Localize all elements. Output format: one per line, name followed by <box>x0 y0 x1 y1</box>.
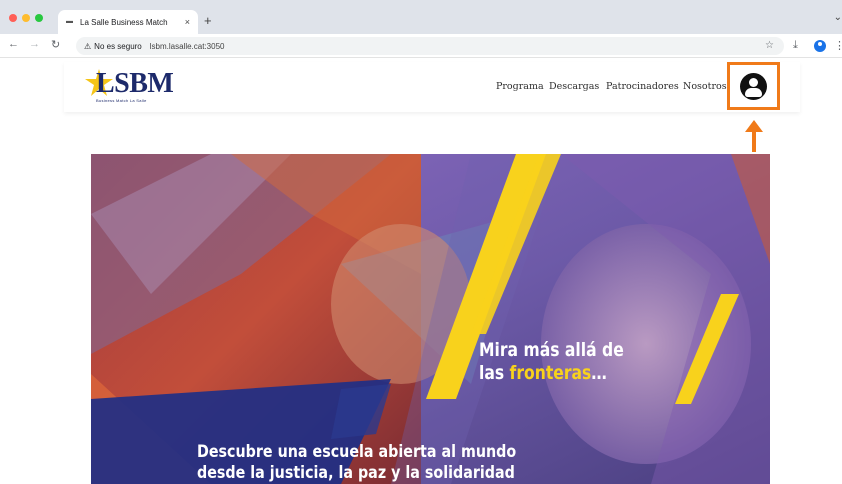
nav-descargas[interactable]: Descargas <box>549 81 599 92</box>
logo-text: LSBM <box>96 68 174 99</box>
hero-title-line1: Mira más allá de <box>479 339 624 361</box>
tab-close-icon[interactable]: × <box>185 17 190 27</box>
tab-search-icon[interactable]: ⌄ <box>834 12 842 23</box>
tab-title: La Salle Business Match <box>80 17 168 27</box>
address-bar[interactable]: ⚠ No es seguro lsbm.lasalle.cat:3050 ☆ <box>76 37 784 55</box>
favicon-icon: ▬ <box>66 18 73 25</box>
close-window-dot[interactable] <box>9 14 17 22</box>
hero-subtitle: Descubre una escuela abierta al mundo de… <box>197 442 516 484</box>
warning-icon[interactable]: ⚠ <box>84 42 91 51</box>
minimize-window-dot[interactable] <box>22 14 30 22</box>
browser-tab-bar: ▬ La Salle Business Match × + ⌄ <box>0 0 842 34</box>
maximize-window-dot[interactable] <box>35 14 43 22</box>
annotation-arrow-shaft <box>752 130 756 152</box>
nav-nosotros[interactable]: Nosotros <box>683 81 727 92</box>
site-header: LSBM Business Match La Salle Programa De… <box>64 62 800 112</box>
hero-banner: Mira más allá de las fronteras… Descubre… <box>91 154 770 484</box>
nav-patrocinadores[interactable]: Patrocinadores <box>606 81 679 92</box>
back-icon[interactable]: ← <box>8 38 19 50</box>
reload-icon[interactable]: ↻ <box>51 38 60 51</box>
user-icon-highlight <box>727 62 780 110</box>
hero-title-line2: las fronteras… <box>479 362 607 384</box>
nav-programa[interactable]: Programa <box>496 81 544 92</box>
lsbm-logo[interactable]: LSBM Business Match La Salle <box>84 68 174 108</box>
hero-subtitle-line2: desde la justicia, la paz y la solidarid… <box>197 463 515 483</box>
browser-tab[interactable]: ▬ La Salle Business Match × <box>58 10 198 34</box>
security-label[interactable]: No es seguro <box>94 42 142 51</box>
browser-toolbar: ← → ↻ ⚠ No es seguro lsbm.lasalle.cat:30… <box>0 34 842 58</box>
download-icon[interactable]: ⤓ <box>793 39 798 52</box>
user-icon[interactable] <box>740 73 767 100</box>
forward-icon[interactable]: → <box>29 38 40 50</box>
hero-background-image <box>91 154 770 484</box>
hero-title: Mira más allá de las fronteras… <box>479 339 624 385</box>
logo-tagline: Business Match La Salle <box>96 98 147 103</box>
profile-icon[interactable] <box>814 40 826 52</box>
menu-icon[interactable]: ⋮ <box>834 39 842 52</box>
star-icon[interactable]: ☆ <box>765 40 774 51</box>
new-tab-button[interactable]: + <box>204 13 212 28</box>
hero-subtitle-line1: Descubre una escuela abierta al mundo <box>197 442 517 462</box>
hero-title-highlight: fronteras <box>509 362 592 384</box>
url-text[interactable]: lsbm.lasalle.cat:3050 <box>150 42 225 51</box>
